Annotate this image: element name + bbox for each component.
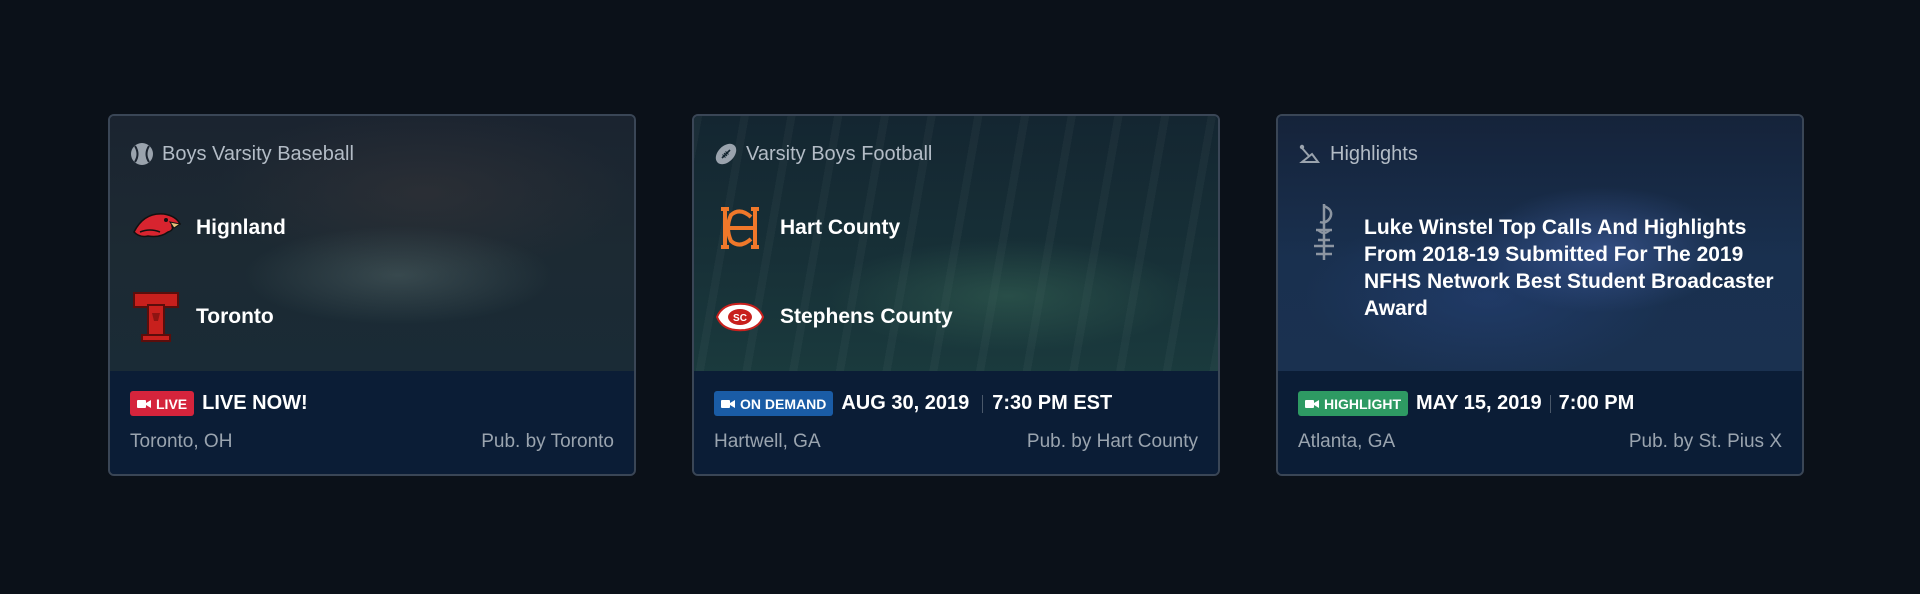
st-pius-logo bbox=[1298, 200, 1350, 264]
badge-label: ON DEMAND bbox=[740, 395, 827, 412]
team-name: Hart County bbox=[780, 216, 901, 239]
highlight-title: Luke Winstel Top Calls And Highlights Fr… bbox=[1364, 216, 1774, 320]
video-camera-icon bbox=[137, 399, 151, 409]
divider bbox=[982, 394, 984, 413]
status-line: ON DEMAND AUG 30, 2019 7:30 PM EST bbox=[714, 391, 1112, 416]
status-line: HIGHLIGHT MAY 15, 2019 7:00 PM bbox=[1298, 391, 1634, 416]
card-footer: HIGHLIGHT MAY 15, 2019 7:00 PM Atlanta, … bbox=[1278, 371, 1802, 474]
team-name: Stephens County bbox=[780, 305, 953, 328]
event-card-highlight[interactable]: Highlights Luke Winstel Top Calls And Hi… bbox=[1276, 114, 1804, 476]
sport-label: Boys Varsity Baseball bbox=[130, 142, 354, 166]
svg-text:SC: SC bbox=[733, 313, 747, 324]
sport-name: Highlights bbox=[1330, 142, 1418, 165]
sc-arrowhead-logo: SC bbox=[714, 291, 766, 343]
sport-name: Varsity Boys Football bbox=[746, 142, 933, 165]
event-time: 7:30 PM EST bbox=[992, 392, 1113, 414]
event-card-football[interactable]: Varsity Boys Football Hart County SC Ste… bbox=[692, 114, 1220, 476]
highlight-badge: HIGHLIGHT bbox=[1298, 391, 1408, 416]
team-away: Toronto bbox=[130, 291, 274, 343]
football-icon bbox=[714, 142, 738, 166]
badge-label: LIVE bbox=[156, 395, 188, 412]
sport-label: Varsity Boys Football bbox=[714, 142, 932, 166]
event-location: Toronto, OH bbox=[130, 431, 233, 452]
event-location: Hartwell, GA bbox=[714, 431, 821, 452]
card-footer: LIVE LIVE NOW! Toronto, OH Pub. by Toron… bbox=[110, 371, 634, 474]
team-name: Hignland bbox=[196, 216, 286, 239]
event-cards-row: Boys Varsity Baseball Hignland Toronto L… bbox=[108, 114, 1804, 476]
sport-label: Highlights bbox=[1298, 142, 1418, 166]
event-date: AUG 30, 2019 bbox=[841, 392, 970, 414]
sport-name: Boys Varsity Baseball bbox=[162, 142, 354, 165]
divider bbox=[1549, 394, 1551, 413]
event-publisher: Pub. by Toronto bbox=[481, 431, 614, 452]
status-text: LIVE NOW! bbox=[202, 392, 308, 414]
event-card-baseball[interactable]: Boys Varsity Baseball Hignland Toronto L… bbox=[108, 114, 636, 476]
team-home: Hignland bbox=[130, 202, 286, 254]
live-badge: LIVE bbox=[130, 391, 195, 416]
status-line: LIVE LIVE NOW! bbox=[130, 391, 308, 416]
event-publisher: Pub. by St. Pius X bbox=[1628, 431, 1782, 452]
on-demand-badge: ON DEMAND bbox=[714, 391, 834, 416]
event-publisher: Pub. by Hart County bbox=[1026, 431, 1198, 452]
event-location: Atlanta, GA bbox=[1298, 431, 1396, 452]
team-home: Hart County bbox=[714, 202, 900, 254]
team-name: Toronto bbox=[196, 305, 274, 328]
hc-logo bbox=[714, 202, 766, 254]
event-date: MAY 15, 2019 bbox=[1416, 392, 1542, 414]
video-camera-icon bbox=[721, 399, 735, 409]
badge-label: HIGHLIGHT bbox=[1324, 395, 1401, 412]
team-away: SC Stephens County bbox=[714, 291, 953, 343]
card-footer: ON DEMAND AUG 30, 2019 7:30 PM EST Hartw… bbox=[694, 371, 1218, 474]
video-camera-icon bbox=[1305, 399, 1319, 409]
t-logo bbox=[130, 291, 182, 343]
hawk-logo bbox=[130, 202, 182, 254]
baseball-icon bbox=[130, 142, 154, 166]
highlights-icon bbox=[1298, 142, 1322, 166]
event-time: 7:00 PM bbox=[1558, 392, 1635, 414]
